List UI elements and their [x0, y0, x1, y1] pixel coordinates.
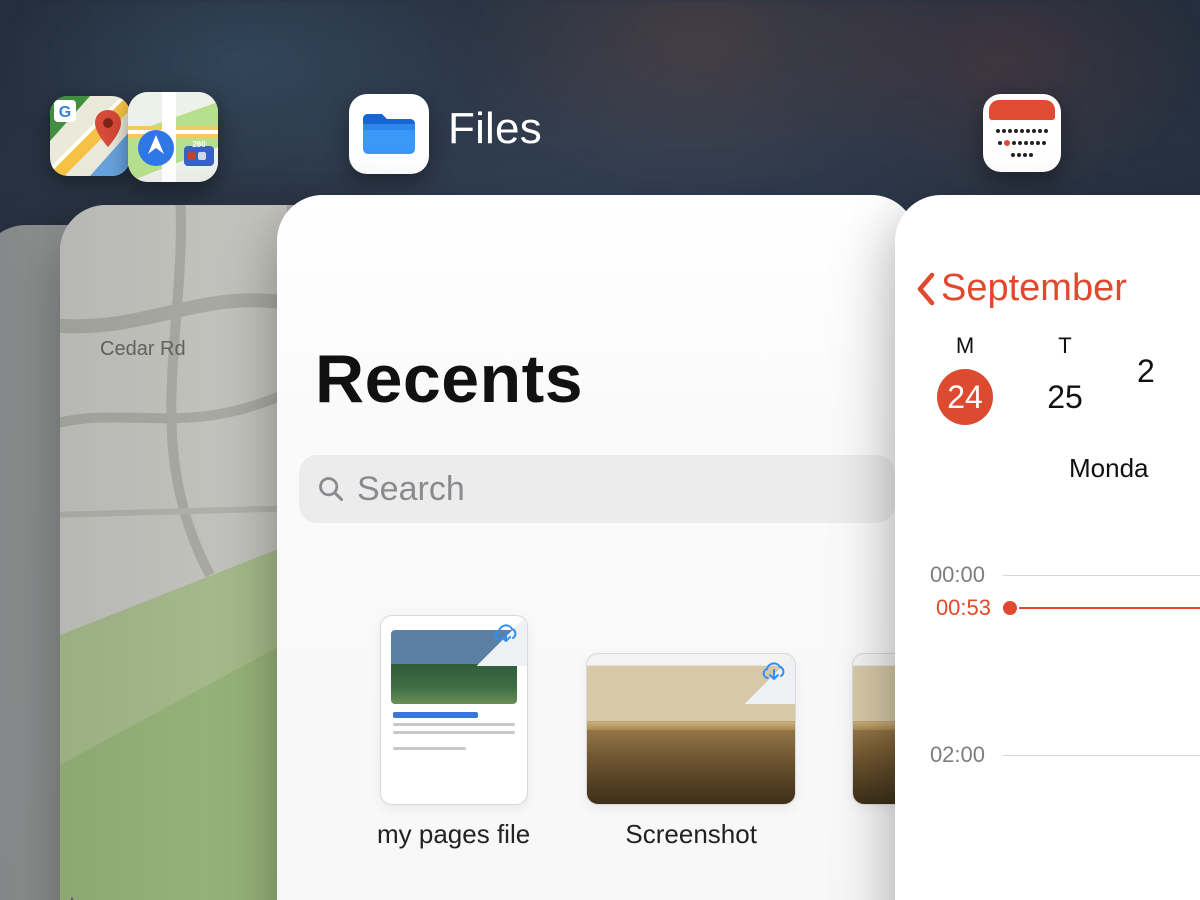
weekday-label: M	[956, 333, 974, 359]
now-time-label: 00:53	[895, 595, 1003, 621]
calendar-hour-grid[interactable]: 00:00 00:53 02:00	[895, 515, 1200, 815]
app-switcher: G 280	[0, 0, 1200, 900]
calendar-back-button[interactable]: September	[915, 267, 1127, 310]
calendar-day-subtitle: Monda	[1069, 453, 1149, 484]
hour-label: 00:00	[895, 562, 1003, 588]
file-item[interactable]: my pages file	[377, 615, 530, 850]
calendar-icon-header	[989, 100, 1055, 120]
calendar-card[interactable]: September M 24 T 25 2 Monda 0	[895, 195, 1200, 900]
calendar-icon-body	[989, 120, 1055, 166]
day-number: 24	[937, 369, 993, 425]
files-app-icon[interactable]	[349, 94, 429, 174]
maps-icon-pair: G 280	[50, 92, 240, 176]
file-thumbnail-pages	[380, 615, 528, 805]
calendar-back-label: September	[941, 267, 1127, 310]
files-search-field[interactable]: Search	[299, 455, 895, 523]
calendar-now-indicator: 00:53	[895, 595, 1200, 621]
search-placeholder: Search	[357, 470, 465, 509]
files-folder-icon	[360, 111, 418, 157]
calendar-app-icon[interactable]	[983, 94, 1061, 172]
chevron-left-icon	[915, 272, 937, 306]
icloud-download-icon	[491, 622, 521, 646]
svg-text:280: 280	[192, 140, 206, 149]
file-item[interactable]: Screenshot	[586, 653, 796, 850]
files-title: Recents	[315, 340, 583, 418]
file-name: my pages file	[377, 819, 530, 850]
calendar-day[interactable]: M 24	[915, 333, 1015, 425]
hour-label: 02:00	[895, 742, 1003, 768]
search-icon	[317, 475, 345, 503]
weekday-label: T	[1058, 333, 1071, 359]
files-card[interactable]: Recents Search	[277, 195, 917, 900]
svg-text:G: G	[59, 104, 71, 121]
icloud-download-icon	[759, 660, 789, 684]
calendar-day-strip: M 24 T 25 2	[895, 333, 1200, 425]
apple-maps-icon[interactable]: 280	[128, 92, 218, 182]
calendar-day[interactable]: T 25	[1015, 333, 1115, 425]
calendar-day[interactable]: 2	[1115, 333, 1200, 425]
files-thumbnails: my pages file Screenshot	[377, 615, 917, 850]
google-maps-icon[interactable]: G	[50, 96, 130, 176]
file-name: Screenshot	[625, 819, 757, 850]
calendar-hour-row: 02:00	[895, 695, 1200, 815]
day-number: 25	[1037, 369, 1093, 425]
file-thumbnail-screenshot	[586, 653, 796, 805]
day-number: 2	[1137, 343, 1193, 399]
files-app-label: Files	[448, 104, 542, 154]
